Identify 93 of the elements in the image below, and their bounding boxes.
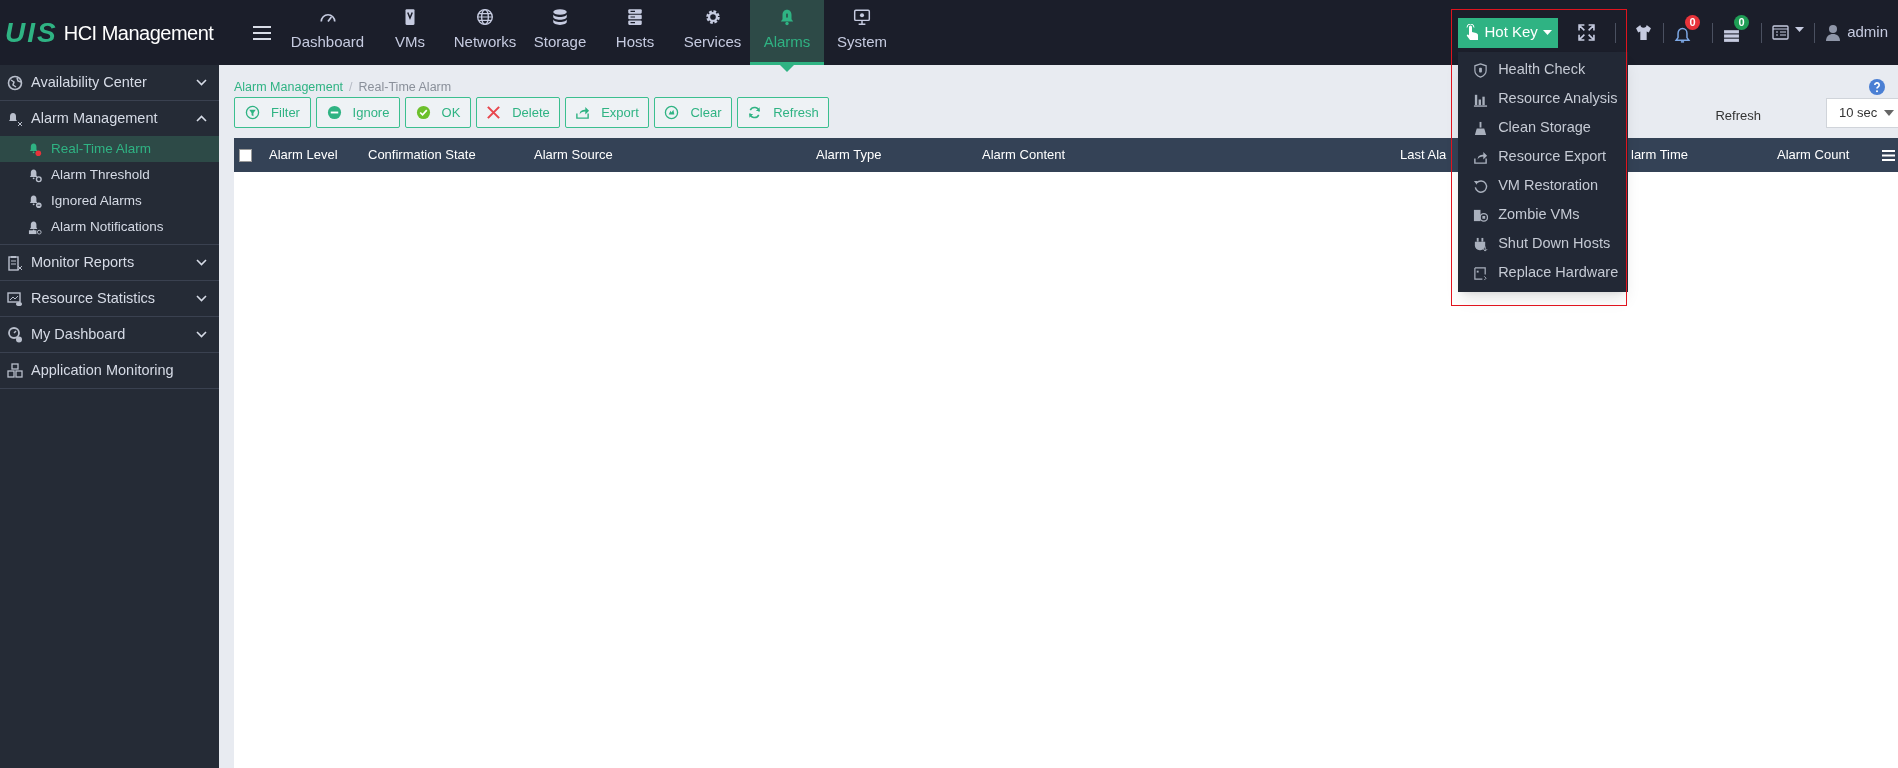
app-title: HCI Management	[63, 20, 214, 46]
filter-icon	[245, 105, 261, 120]
cubes-icon	[7, 362, 23, 379]
menu-icon	[252, 24, 272, 41]
sidebar-item[interactable]: Monitor Reports	[0, 245, 219, 280]
nav-tab[interactable]: Hosts	[595, 0, 675, 65]
breadcrumb-current: Real-Time Alarm	[358, 78, 452, 96]
plug-icon	[1473, 236, 1489, 252]
server-icon	[626, 8, 644, 26]
column-header[interactable]: Alarm Source	[534, 145, 816, 165]
sidebar-item[interactable]: Alarm Management	[0, 101, 219, 136]
monitor-icon	[853, 8, 871, 26]
list-window-icon	[1772, 25, 1790, 40]
sidebar-item[interactable]: Application Monitoring	[0, 353, 219, 388]
refresh-label: Refresh	[1715, 106, 1761, 125]
view-switch-button[interactable]	[1772, 25, 1805, 40]
refresh-interval-select[interactable]: 10 sec	[1826, 97, 1898, 128]
sidebar-item[interactable]: My Dashboard	[0, 317, 219, 352]
vm-stop-icon	[1473, 207, 1489, 223]
globe-icon	[476, 8, 494, 26]
column-header[interactable]: Confirmation State	[368, 145, 534, 165]
column-header[interactable]: larm Time	[1631, 145, 1777, 165]
gear-icon	[703, 8, 722, 26]
globe-icon	[7, 74, 23, 91]
sidebar-item[interactable]: Resource Statistics	[0, 281, 219, 316]
shirt-icon	[1634, 24, 1652, 41]
sidebar-subitem[interactable]: Real-Time Alarm	[0, 136, 219, 162]
help-icon	[1869, 79, 1885, 95]
menu-item[interactable]: Health Check	[1458, 55, 1629, 85]
bell-icon	[7, 110, 23, 127]
chart-window-icon	[7, 290, 23, 307]
nav-tab[interactable]: Networks	[445, 0, 525, 65]
chevron-up-icon	[196, 115, 207, 122]
alarm-settings-icon	[28, 167, 43, 183]
chevron-down-icon	[196, 259, 207, 266]
caret-icon	[1542, 30, 1552, 35]
menu-icon	[1882, 149, 1895, 161]
hardware-icon	[1473, 265, 1489, 281]
clear-icon	[664, 105, 680, 120]
column-menu-button[interactable]	[1882, 149, 1895, 161]
column-header[interactable]: Alarm Count	[1777, 145, 1882, 165]
menu-item[interactable]: Resource Analysis	[1458, 84, 1629, 114]
bell-icon	[778, 8, 796, 26]
export-icon	[1473, 149, 1489, 165]
column-header[interactable]: Alarm Content	[982, 145, 1400, 165]
nav-tab[interactable]: VMs	[375, 0, 445, 65]
selection-pointer-icon	[780, 65, 794, 72]
menu-item[interactable]: Shut Down Hosts	[1458, 229, 1629, 259]
export-icon	[575, 105, 591, 120]
caret-icon	[1795, 27, 1805, 32]
bell-icon	[1674, 26, 1692, 44]
alarm-mail-icon	[28, 219, 43, 235]
pointer-hand-icon	[1464, 23, 1480, 42]
broom-icon	[1473, 120, 1489, 136]
menu-item[interactable]: Resource Export	[1458, 142, 1629, 172]
refresh-icon	[747, 105, 763, 120]
breadcrumb-separator: /	[349, 78, 353, 96]
caret-icon	[1884, 109, 1894, 116]
chevron-down-icon	[196, 331, 207, 338]
sidebar-subitem[interactable]: Ignored Alarms	[0, 188, 219, 214]
menu-item[interactable]: Replace Hardware	[1458, 258, 1629, 288]
count-badge: 0	[1685, 14, 1701, 30]
chevron-down-icon	[196, 295, 207, 302]
sidebar-subitem[interactable]: Alarm Notifications	[0, 214, 219, 240]
chevron-down-icon	[196, 79, 207, 86]
clipboard-icon	[7, 254, 23, 271]
count-badge: 0	[1734, 14, 1750, 30]
fullscreen-icon	[1577, 24, 1595, 41]
sidebar-subitem[interactable]: Alarm Threshold	[0, 162, 219, 188]
select-all-checkbox[interactable]	[239, 148, 252, 162]
column-header[interactable]: Alarm Type	[816, 145, 982, 165]
sidebar-item[interactable]: Availability Center	[0, 65, 219, 100]
minus-circle-icon	[326, 105, 342, 120]
nav-tab[interactable]: Dashboard	[280, 0, 375, 65]
nav-tab[interactable]: System	[824, 0, 900, 65]
menu-item[interactable]: VM Restoration	[1458, 171, 1629, 201]
shield-icon	[1473, 62, 1489, 78]
menu-item[interactable]: Zombie VMs	[1458, 200, 1629, 230]
nav-tab[interactable]: Services	[675, 0, 750, 65]
logo: UIS	[5, 18, 58, 47]
close-icon	[486, 105, 502, 120]
menu-item[interactable]: Clean Storage	[1458, 113, 1629, 143]
check-circle-icon	[415, 105, 431, 120]
database-icon	[551, 8, 569, 26]
dashboard-icon	[7, 326, 23, 343]
alarm-notice-button[interactable]: 0	[1674, 14, 1703, 51]
alarm-ignore-icon	[28, 193, 43, 209]
nav-tab[interactable]: Storage	[525, 0, 595, 65]
restore-icon	[1473, 178, 1489, 194]
user-icon	[1825, 24, 1842, 41]
skin-button[interactable]	[1633, 24, 1654, 41]
user-menu[interactable]: admin	[1825, 21, 1888, 44]
column-header[interactable]: Alarm Level	[269, 145, 368, 165]
